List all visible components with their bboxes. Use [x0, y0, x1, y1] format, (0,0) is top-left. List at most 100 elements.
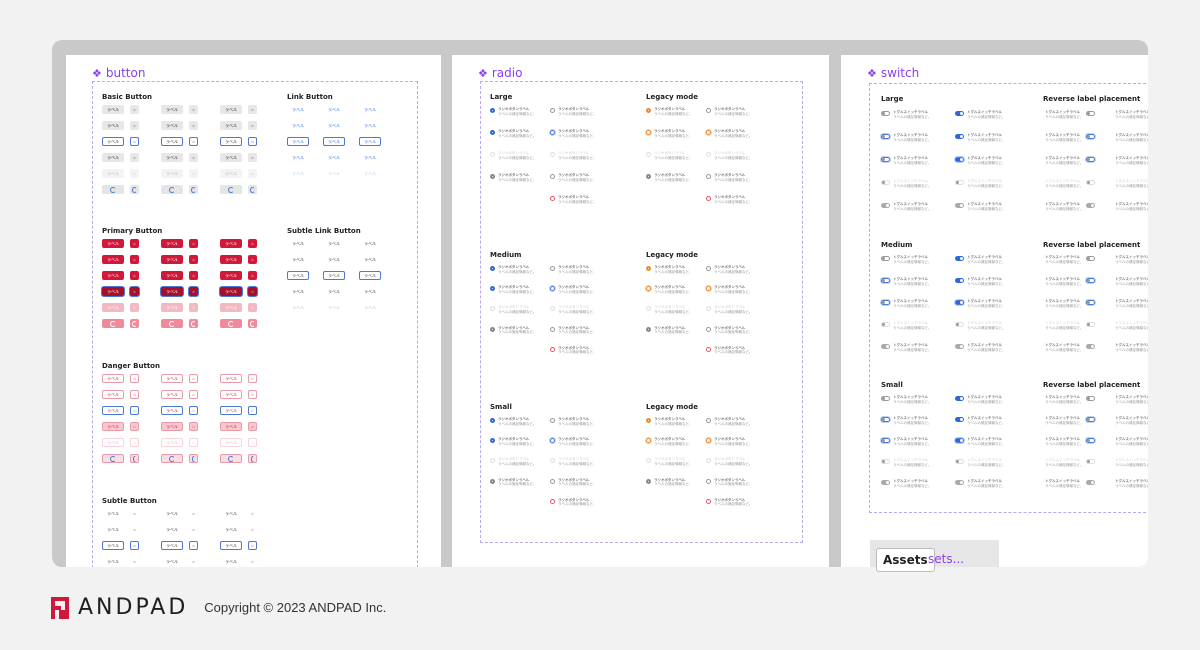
- toggle-switch[interactable]: [881, 438, 890, 443]
- frame-button[interactable]: ❖ button Basic Button Link Button Primary …: [66, 55, 441, 567]
- radio-circle[interactable]: [550, 108, 555, 113]
- switch-option[interactable]: トグルスイッチラベル ラベルの補足情報など。: [881, 437, 943, 446]
- switch-option-reversed[interactable]: トグルスイッチラベルラベルの補足情報など。: [1115, 202, 1148, 211]
- radio-circle[interactable]: [706, 418, 711, 423]
- home-icon-button[interactable]: ⌂: [130, 169, 139, 178]
- radio-option[interactable]: ラジオボタンラベル ラベルの補足情報など。: [646, 107, 698, 116]
- radio-circle[interactable]: [646, 458, 651, 464]
- button[interactable]: ラベル: [220, 121, 242, 130]
- radio-circle[interactable]: [706, 458, 711, 464]
- button[interactable]: ラベル: [102, 303, 124, 312]
- button[interactable]: ラベル: [220, 541, 242, 550]
- toggle-switch[interactable]: [1086, 459, 1096, 464]
- button[interactable]: ラベル: [102, 169, 124, 178]
- radio-circle[interactable]: [706, 306, 711, 312]
- toggle-switch[interactable]: [955, 111, 964, 116]
- toggle-switch[interactable]: [1086, 480, 1096, 485]
- switch-option[interactable]: トグルスイッチラベル ラベルの補足情報など。: [881, 202, 943, 211]
- home-icon-button[interactable]: ⌂: [248, 557, 257, 566]
- toggle-switch[interactable]: [1086, 396, 1096, 401]
- home-icon-button[interactable]: ⌂: [189, 121, 198, 130]
- switch-option[interactable]: トグルスイッチラベル ラベルの補足情報など。: [881, 321, 943, 330]
- button[interactable]: [102, 319, 124, 328]
- switch-option[interactable]: トグルスイッチラベル ラベルの補足情報など。: [881, 416, 943, 425]
- switch-option-reversed[interactable]: トグルスイッチラベルラベルの補足情報など。: [1115, 179, 1148, 188]
- switch-option[interactable]: トグルスイッチラベル ラベルの補足情報など。: [955, 395, 1017, 404]
- home-icon-button[interactable]: ⌂: [130, 255, 139, 264]
- frame-radio[interactable]: ❖ radio Large Legacy mode Medium Legacy mod…: [452, 55, 829, 567]
- radio-option[interactable]: ラジオボタンラベル ラベルの補足情報など。: [490, 107, 542, 116]
- radio-circle[interactable]: [646, 108, 651, 113]
- radio-circle[interactable]: [490, 418, 495, 423]
- radio-option[interactable]: ラジオボタンラベル ラベルの補足情報など。: [706, 457, 758, 466]
- button[interactable]: ラベル: [220, 153, 242, 162]
- switch-option-reversed[interactable]: トグルスイッチラベルラベルの補足情報など。: [1045, 133, 1107, 142]
- radio-circle[interactable]: [490, 152, 495, 157]
- radio-option[interactable]: ラジオボタンラベル ラベルの補足情報など。: [490, 265, 542, 274]
- switch-option[interactable]: トグルスイッチラベル ラベルの補足情報など。: [955, 277, 1017, 286]
- switch-option-reversed[interactable]: トグルスイッチラベルラベルの補足情報など。: [1045, 202, 1107, 211]
- link-button[interactable]: ラベル: [323, 287, 345, 296]
- home-icon-button[interactable]: [189, 319, 198, 328]
- button[interactable]: ラベル: [220, 271, 242, 280]
- link-button[interactable]: ラベル: [359, 169, 381, 178]
- home-icon-button[interactable]: ⌂: [130, 509, 139, 518]
- button[interactable]: ラベル: [161, 374, 183, 383]
- toggle-switch[interactable]: [881, 344, 890, 349]
- switch-option[interactable]: トグルスイッチラベル ラベルの補足情報など。: [955, 156, 1017, 165]
- switch-option-reversed[interactable]: トグルスイッチラベルラベルの補足情報など。: [1115, 110, 1148, 119]
- toggle-switch[interactable]: [881, 180, 890, 185]
- home-icon-button[interactable]: ⌂: [248, 287, 257, 296]
- home-icon-button[interactable]: [189, 454, 198, 463]
- radio-option[interactable]: ラジオボタンラベル ラベルの補足情報など。: [646, 173, 698, 182]
- toggle-switch[interactable]: [955, 134, 964, 139]
- button[interactable]: ラベル: [161, 271, 183, 280]
- toggle-switch[interactable]: [1086, 203, 1096, 208]
- radio-option[interactable]: ラジオボタンラベル ラベルの補足情報など。: [550, 478, 602, 487]
- home-icon-button[interactable]: ⌂: [248, 406, 257, 415]
- radio-circle[interactable]: [550, 152, 555, 157]
- button[interactable]: ラベル: [220, 422, 242, 431]
- radio-option[interactable]: ラジオボタンラベル ラベルの補足情報など。: [706, 107, 758, 116]
- switch-option[interactable]: トグルスイッチラベル ラベルの補足情報など。: [955, 479, 1017, 488]
- radio-circle[interactable]: [706, 438, 711, 444]
- switch-option[interactable]: トグルスイッチラベル ラベルの補足情報など。: [955, 437, 1017, 446]
- home-icon-button[interactable]: ⌂: [130, 303, 139, 312]
- link-button[interactable]: ラベル: [359, 239, 381, 248]
- button[interactable]: ラベル: [102, 255, 124, 264]
- frame-switch[interactable]: ❖ switch Large Reverse label placement Med…: [841, 55, 1148, 567]
- home-icon-button[interactable]: ⌂: [189, 390, 198, 399]
- toggle-switch[interactable]: [1086, 417, 1096, 422]
- switch-option-reversed[interactable]: トグルスイッチラベルラベルの補足情報など。: [1045, 437, 1107, 446]
- home-icon-button[interactable]: ⌂: [248, 541, 257, 550]
- toggle-switch[interactable]: [881, 396, 890, 401]
- radio-option[interactable]: ラジオボタンラベル ラベルの補足情報など。: [550, 437, 602, 446]
- toggle-switch[interactable]: [1086, 111, 1096, 116]
- button[interactable]: ラベル: [161, 105, 183, 114]
- home-icon-button[interactable]: ⌂: [130, 374, 139, 383]
- home-icon-button[interactable]: ⌂: [189, 374, 198, 383]
- radio-option[interactable]: ラジオボタンラベル ラベルの補足情報など。: [490, 437, 542, 446]
- radio-circle[interactable]: [646, 174, 651, 179]
- switch-option-reversed[interactable]: トグルスイッチラベルラベルの補足情報など。: [1115, 395, 1148, 404]
- radio-circle[interactable]: [646, 438, 651, 444]
- radio-circle[interactable]: [646, 306, 651, 312]
- button[interactable]: [220, 454, 242, 463]
- radio-option[interactable]: ラジオボタンラベル ラベルの補足情報など。: [550, 346, 602, 355]
- link-button[interactable]: ラベル: [359, 137, 381, 146]
- radio-option[interactable]: ラジオボタンラベル ラベルの補足情報など。: [706, 437, 758, 446]
- radio-option[interactable]: ラジオボタンラベル ラベルの補足情報など。: [706, 346, 758, 355]
- button[interactable]: ラベル: [102, 438, 124, 447]
- toggle-switch[interactable]: [881, 134, 890, 139]
- radio-option[interactable]: ラジオボタンラベル ラベルの補足情報など。: [490, 478, 542, 487]
- button[interactable]: [161, 454, 183, 463]
- radio-option[interactable]: ラジオボタンラベル ラベルの補足情報など。: [490, 417, 542, 426]
- radio-circle[interactable]: [646, 418, 651, 423]
- button[interactable]: ラベル: [161, 557, 183, 566]
- home-icon-button[interactable]: ⌂: [189, 406, 198, 415]
- radio-circle[interactable]: [646, 152, 651, 157]
- toggle-switch[interactable]: [955, 438, 964, 443]
- button[interactable]: ラベル: [102, 509, 124, 518]
- switch-option-reversed[interactable]: トグルスイッチラベルラベルの補足情報など。: [1045, 277, 1107, 286]
- home-icon-button[interactable]: ⌂: [130, 121, 139, 130]
